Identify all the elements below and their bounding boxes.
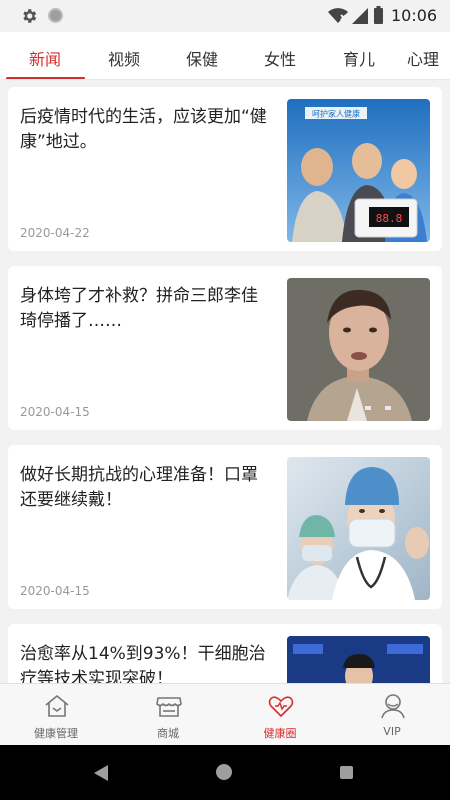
nav-label: 商城 <box>157 727 179 740</box>
person-icon <box>381 694 405 719</box>
tab-psychology[interactable]: 心理 <box>407 46 450 70</box>
nav-label: 健康管理 <box>34 727 78 740</box>
article-card[interactable]: 治愈率从14%到93%！干细胞治疗等技术实现突破！ <box>8 624 442 683</box>
thumbnail-caption: 呵护家人健康 <box>312 109 360 119</box>
article-card[interactable]: 身体垮了才补救？拼命三郎李佳琦停播了…… 2020-04-15 <box>8 266 442 430</box>
article-title[interactable]: 身体垮了才补救？拼命三郎李佳琦停播了…… <box>20 284 270 334</box>
system-navigation-bar <box>0 745 450 800</box>
device-reading: 88.8 <box>376 212 403 225</box>
article-feed[interactable]: 后疫情时代的生活，应该更加“健康”地过。 2020-04-22 呵护家人健康 8… <box>0 80 450 683</box>
article-thumbnail-anchor[interactable] <box>287 636 430 683</box>
category-tabs: 新闻 视频 保健 女性 育儿 心理 <box>0 32 450 80</box>
tab-women[interactable]: 女性 <box>250 46 310 70</box>
nav-label: VIP <box>383 725 401 738</box>
battery-icon <box>374 6 383 24</box>
house-icon <box>45 695 69 717</box>
article-date: 2020-04-22 <box>20 226 90 240</box>
nav-store[interactable]: 商城 <box>112 684 224 746</box>
heart-icon <box>268 696 294 717</box>
nav-health-management[interactable]: 健康管理 <box>0 684 112 746</box>
home-icon[interactable] <box>216 764 232 780</box>
article-thumbnail-portrait[interactable] <box>287 278 430 421</box>
article-title[interactable]: 治愈率从14%到93%！干细胞治疗等技术实现突破！ <box>20 642 270 683</box>
article-title[interactable]: 做好长期抗战的心理准备！口罩还要继续戴！ <box>20 463 270 513</box>
notification-dot-icon <box>48 8 63 23</box>
tab-video[interactable]: 视频 <box>94 46 154 70</box>
nav-health-circle[interactable]: 健康圈 <box>224 684 336 746</box>
article-thumbnail-medical[interactable] <box>287 457 430 600</box>
wifi-icon <box>328 8 348 23</box>
article-thumbnail-family[interactable]: 呵护家人健康 88.8 <box>287 99 430 242</box>
recent-apps-icon[interactable] <box>340 766 353 779</box>
article-card[interactable]: 做好长期抗战的心理准备！口罩还要继续戴！ 2020-04-15 <box>8 445 442 609</box>
store-icon <box>156 697 182 717</box>
nav-label: 健康圈 <box>263 727 297 740</box>
article-date: 2020-04-15 <box>20 405 90 419</box>
gear-icon <box>23 9 37 23</box>
nav-vip[interactable]: VIP <box>336 684 448 746</box>
article-card[interactable]: 后疫情时代的生活，应该更加“健康”地过。 2020-04-22 呵护家人健康 8… <box>8 87 442 251</box>
bottom-navigation: 健康管理 商城 健康圈 VIP <box>0 683 450 745</box>
tab-healthcare[interactable]: 保健 <box>172 46 232 70</box>
status-time: 10:06 <box>391 6 438 25</box>
tab-news[interactable]: 新闻 <box>15 46 75 70</box>
signal-icon <box>352 8 368 24</box>
article-date: 2020-04-15 <box>20 584 90 598</box>
article-title[interactable]: 后疫情时代的生活，应该更加“健康”地过。 <box>20 105 270 155</box>
back-icon[interactable] <box>94 765 108 781</box>
tab-parenting[interactable]: 育儿 <box>329 46 389 70</box>
status-bar: 10:06 <box>0 0 450 32</box>
